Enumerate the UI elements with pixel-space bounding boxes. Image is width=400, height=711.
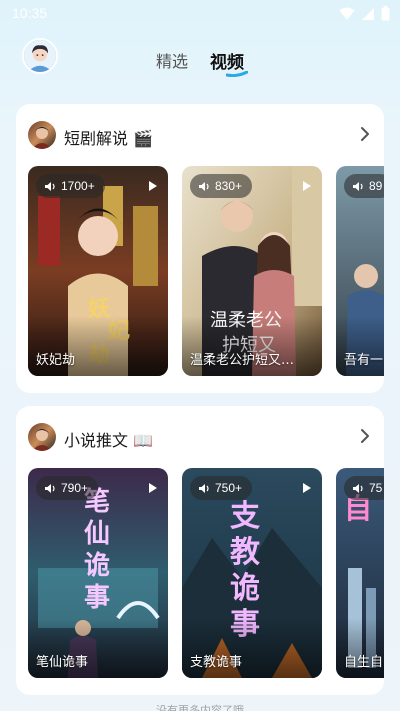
section-avatar — [28, 423, 56, 451]
play-icon — [149, 483, 157, 493]
user-avatar[interactable] — [22, 38, 58, 74]
play-count: 75 — [369, 481, 383, 495]
top-header: 精选 视频 — [0, 38, 400, 78]
svg-text:支: 支 — [230, 499, 260, 534]
chevron-right-icon[interactable] — [358, 126, 372, 142]
speaker-icon — [45, 483, 55, 493]
play-icon — [303, 483, 311, 493]
svg-text:诡: 诡 — [230, 571, 260, 606]
video-title: 妖妃劫 — [36, 353, 76, 368]
play-icon — [303, 181, 311, 191]
wifi-icon — [339, 7, 355, 20]
play-count-badge: 89 — [344, 174, 384, 198]
chevron-right-icon[interactable] — [358, 428, 372, 444]
video-title: 笔仙诡事 — [36, 655, 89, 670]
play-count-badge: 790+ — [36, 476, 99, 500]
section-title: 小说推文 📖 — [64, 431, 154, 450]
status-time: 10:35 — [12, 5, 48, 21]
svg-text:诡: 诡 — [84, 551, 110, 581]
status-bar: 10:35 — [0, 0, 400, 28]
section-items: 妖 妃 劫 1700+ 妖妃劫 — [28, 166, 384, 378]
play-count: 750+ — [215, 481, 243, 495]
play-count-badge: 75 — [344, 476, 384, 500]
svg-text:教: 教 — [230, 535, 260, 570]
svg-text:事: 事 — [84, 583, 110, 613]
play-count: 1700+ — [61, 179, 95, 193]
video-title: 自生自… — [344, 655, 384, 670]
status-icons — [339, 6, 390, 21]
section-avatar — [28, 121, 56, 149]
speaker-icon — [353, 181, 363, 191]
play-count: 790+ — [61, 481, 89, 495]
svg-text:仙: 仙 — [84, 519, 110, 549]
section-header[interactable]: 小说推文 📖 — [16, 406, 384, 466]
section-items: 笔 仙 诡 事 790+ 笔仙诡事 支 教 诡 750+ 支教诡事 自 75 自… — [28, 468, 384, 680]
video-card[interactable]: 支 教 诡 事 750+ 支教诡事 — [182, 468, 322, 678]
tab-video[interactable]: 视频 — [210, 48, 244, 73]
play-count-badge: 750+ — [190, 476, 253, 500]
video-card[interactable]: 温柔老公 护短又 830+ 温柔老公护短又… — [182, 166, 322, 376]
avatar-portrait-icon — [24, 40, 56, 72]
play-icon — [149, 181, 157, 191]
battery-icon — [381, 6, 390, 21]
section-drama-commentary: 短剧解说 🎬 妖 妃 劫 1700+ — [16, 104, 384, 393]
video-title: 吾有一… — [344, 353, 384, 368]
speaker-icon — [199, 483, 209, 493]
video-title: 温柔老公护短又… — [190, 353, 295, 368]
footer-hint: 没有更多内容了哦 — [156, 704, 244, 711]
play-count: 830+ — [215, 179, 243, 193]
play-count: 89 — [369, 179, 383, 193]
video-card[interactable]: 89 吾有一… — [336, 166, 384, 376]
section-title: 短剧解说 🎬 — [64, 129, 154, 148]
section-novel-recommend: 小说推文 📖 笔 仙 诡 事 790+ 笔仙诡事 支 教 诡 750+ 支教诡事… — [16, 406, 384, 695]
speaker-icon — [353, 483, 363, 493]
active-tab-indicator — [226, 71, 248, 77]
video-card[interactable]: 笔 仙 诡 事 790+ 笔仙诡事 — [28, 468, 168, 678]
speaker-icon — [45, 181, 55, 191]
speaker-icon — [199, 181, 209, 191]
play-count-badge: 1700+ — [36, 174, 105, 198]
video-card[interactable]: 妖 妃 劫 1700+ 妖妃劫 — [28, 166, 168, 376]
video-card[interactable]: 自 75 自生自… — [336, 468, 384, 678]
video-title: 支教诡事 — [190, 655, 243, 670]
signal-icon — [362, 7, 374, 20]
tab-picks[interactable]: 精选 — [156, 48, 188, 72]
section-header[interactable]: 短剧解说 🎬 — [16, 104, 384, 164]
play-count-badge: 830+ — [190, 174, 253, 198]
